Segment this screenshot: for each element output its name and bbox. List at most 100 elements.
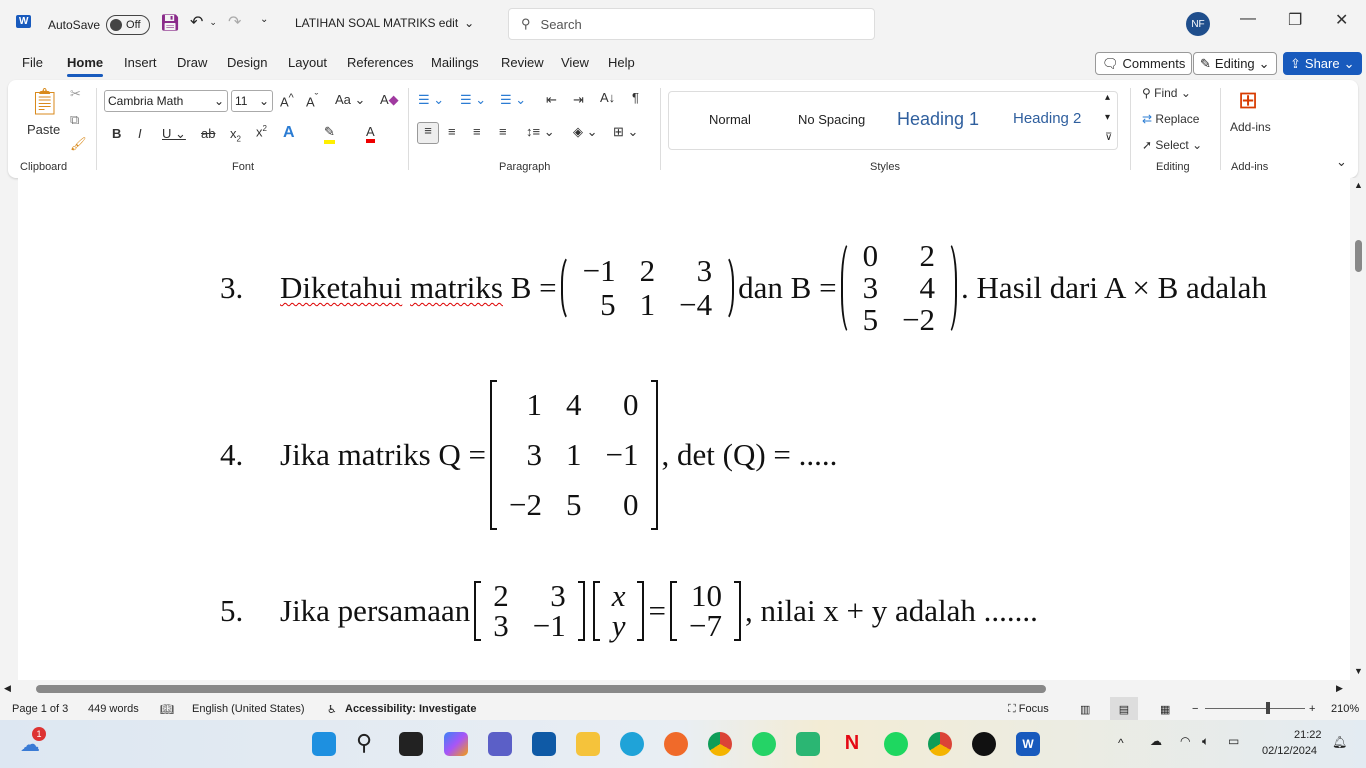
edge-icon[interactable] — [620, 732, 644, 756]
toggle-switch[interactable]: Off — [106, 15, 151, 35]
underline-icon[interactable]: U ⌄ — [162, 126, 186, 142]
align-center-icon[interactable]: ≡ — [448, 124, 456, 139]
find-button[interactable]: ⚲ Find ⌄ — [1142, 86, 1191, 100]
style-no-spacing[interactable]: No Spacing — [798, 112, 865, 127]
tab-draw[interactable]: Draw — [177, 55, 207, 70]
page-count[interactable]: Page 1 of 3 — [12, 703, 68, 715]
search-input[interactable]: Search — [541, 17, 582, 32]
paste-button[interactable]: Paste — [27, 122, 60, 137]
customize-toolbar-icon[interactable]: ⌄ — [260, 14, 268, 25]
store-icon[interactable] — [532, 732, 556, 756]
tab-home[interactable]: Home — [67, 55, 104, 77]
font-size-select[interactable]: 11 ⌄ — [231, 90, 273, 112]
align-right-icon[interactable]: ≡ — [473, 124, 481, 139]
subscript-icon[interactable]: x2 — [230, 126, 241, 144]
share-button[interactable]: ⇪ Share ⌄ — [1283, 52, 1362, 75]
read-mode-icon[interactable]: ▥ — [1080, 703, 1090, 716]
file-explorer-icon[interactable] — [576, 732, 600, 756]
show-hidden-icons[interactable]: ^ — [1118, 736, 1124, 750]
chrome-profile-icon[interactable] — [928, 732, 952, 756]
tab-help[interactable]: Help — [608, 55, 635, 70]
vertical-scrollbar[interactable]: ▲ ▼ — [1350, 178, 1366, 680]
word-count[interactable]: 449 words — [88, 703, 139, 715]
onedrive-icon[interactable]: ☁ — [1150, 734, 1162, 748]
styles-more[interactable]: ⊽ — [1105, 132, 1112, 143]
select-button[interactable]: ➚ Select ⌄ — [1142, 138, 1202, 152]
line-spacing-icon[interactable]: ↕≡ ⌄ — [526, 124, 555, 140]
document-page[interactable]: 3. Diketahui matriks B = −1 2 3 5 1 −4 dan B … — [18, 178, 1350, 680]
app-icon[interactable] — [972, 732, 996, 756]
align-left-icon[interactable]: ≡ — [417, 122, 439, 144]
tab-file[interactable]: File — [22, 55, 43, 70]
numbering-icon[interactable]: ☰ ⌄ — [460, 92, 486, 108]
whatsapp-icon[interactable] — [752, 732, 776, 756]
increase-indent-icon[interactable]: ⇥ — [573, 92, 584, 108]
shading-icon[interactable]: ◈ ⌄ — [573, 124, 598, 140]
zoom-level[interactable]: 210% — [1331, 703, 1359, 715]
copy-icon[interactable]: ⧉ — [70, 112, 79, 128]
battery-icon[interactable]: ▭ — [1228, 734, 1239, 748]
sort-icon[interactable]: A↓ — [600, 90, 615, 105]
accessibility-status[interactable]: Accessibility: Investigate — [345, 703, 476, 715]
bold-icon[interactable]: B — [112, 126, 121, 141]
save-icon[interactable]: 💾︎ — [160, 13, 180, 33]
undo-icon[interactable]: ↶ ⌄ — [190, 12, 217, 32]
search-box[interactable]: ⚲ Search — [508, 8, 875, 40]
addins-icon[interactable]: ⊞ — [1238, 86, 1258, 115]
clock-time[interactable]: 21:22 — [1294, 729, 1322, 741]
accessibility-icon[interactable]: ♿︎ — [327, 703, 337, 716]
decrease-indent-icon[interactable]: ⇤ — [546, 92, 557, 108]
restore-icon[interactable]: ❐ — [1288, 10, 1302, 30]
spotify-icon[interactable] — [884, 732, 908, 756]
style-heading-1[interactable]: Heading 1 — [897, 109, 979, 130]
change-case-icon[interactable]: Aa ⌄ — [335, 92, 365, 108]
proofing-icon[interactable]: 📖︎ — [160, 703, 174, 716]
firefox-icon[interactable] — [664, 732, 688, 756]
copilot-icon[interactable] — [444, 732, 468, 756]
tab-review[interactable]: Review — [501, 55, 544, 70]
comments-button[interactable]: 🗨︎ Comments — [1095, 52, 1193, 75]
justify-icon[interactable]: ≡ — [499, 124, 507, 139]
word-taskbar-icon[interactable]: W — [1016, 732, 1040, 756]
cut-icon[interactable]: ✂ — [70, 86, 81, 102]
media-player-icon[interactable] — [796, 732, 820, 756]
addins-button[interactable]: Add-ins — [1230, 120, 1271, 134]
volume-icon[interactable]: 🔈︎ — [1202, 734, 1209, 749]
paste-icon[interactable]: 📋︎ — [28, 86, 61, 117]
superscript-icon[interactable]: x2 — [256, 124, 267, 139]
tab-mailings[interactable]: Mailings — [431, 55, 479, 70]
style-heading-2[interactable]: Heading 2 — [1013, 110, 1081, 127]
multilevel-list-icon[interactable]: ☰ ⌄ — [500, 92, 526, 108]
search-icon[interactable]: ⚲ — [356, 732, 380, 756]
text-effects-icon[interactable]: A — [283, 124, 295, 142]
web-layout-icon[interactable]: ▦ — [1160, 703, 1170, 716]
wifi-icon[interactable]: ◠ — [1180, 734, 1190, 748]
horizontal-scrollbar[interactable]: ◀ ▶ — [0, 680, 1350, 697]
clear-formatting-icon[interactable]: A◆ — [380, 92, 399, 108]
strikethrough-icon[interactable]: ab — [201, 126, 215, 141]
zoom-in-icon[interactable]: + — [1309, 703, 1315, 715]
clock-date[interactable]: 02/12/2024 — [1262, 745, 1317, 757]
bullets-icon[interactable]: ☰ ⌄ — [418, 92, 444, 108]
avatar[interactable]: NF — [1186, 12, 1210, 36]
style-normal[interactable]: Normal — [709, 112, 751, 127]
tab-design[interactable]: Design — [227, 55, 267, 70]
minimize-icon[interactable]: — — [1240, 10, 1256, 28]
close-icon[interactable]: ✕ — [1335, 10, 1348, 30]
editing-mode-button[interactable]: ✎ Editing ⌄ — [1193, 52, 1277, 75]
styles-scroll-down[interactable]: ▾ — [1105, 112, 1110, 123]
tab-references[interactable]: References — [347, 55, 413, 70]
collapse-ribbon-icon[interactable]: ⌄ — [1336, 154, 1347, 170]
redo-icon[interactable]: ↷ — [228, 12, 241, 32]
print-layout-icon[interactable]: ▤ — [1110, 697, 1138, 720]
tab-insert[interactable]: Insert — [124, 55, 157, 70]
teams-icon[interactable] — [488, 732, 512, 756]
document-title[interactable]: LATIHAN SOAL MATRIKS edit ⌄ — [295, 16, 474, 30]
styles-scroll-up[interactable]: ▴ — [1105, 92, 1110, 103]
font-name-select[interactable]: Cambria Math ⌄ — [104, 90, 228, 112]
replace-button[interactable]: ⇄ Replace — [1142, 112, 1199, 126]
language[interactable]: English (United States) — [192, 703, 305, 715]
focus-button[interactable]: ⛶ Focus — [1008, 703, 1049, 716]
task-view-icon[interactable] — [399, 732, 423, 756]
grow-font-icon[interactable]: A^ — [280, 92, 294, 109]
